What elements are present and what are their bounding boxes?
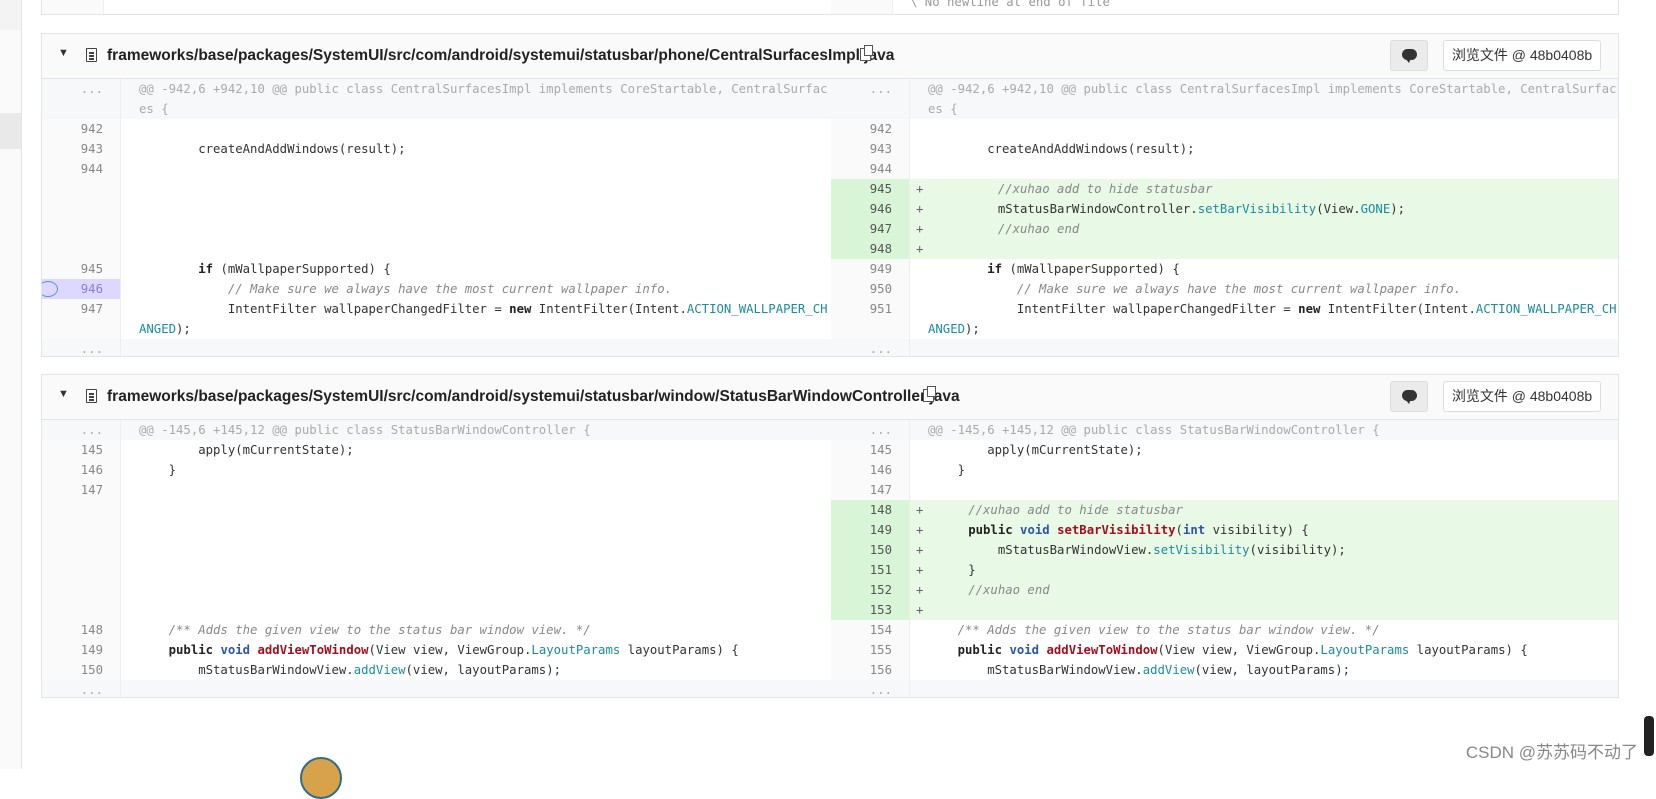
copy-path-icon[interactable] [860, 45, 873, 61]
file-header: ▼ frameworks/base/packages/SystemUI/src/… [42, 34, 1618, 79]
diff-line-added: 945 + //xuhao add to hide statusbar [42, 179, 1618, 199]
sidebar-block [0, 0, 21, 30]
diff-line-added: 152 + //xuhao end [42, 580, 1618, 600]
watermark: CSDN @苏苏码不动了 [1465, 743, 1638, 762]
diff-line: 149 public void addViewToWindow(View vie… [42, 640, 1618, 660]
sidebar-block [0, 113, 21, 149]
diff-line-added: 947 + //xuhao end [42, 219, 1618, 239]
file-header: ▼ frameworks/base/packages/SystemUI/src/… [42, 375, 1618, 420]
expand-up-button[interactable]: ... [831, 420, 910, 440]
expand-up-button[interactable]: ... [42, 79, 121, 119]
comment-icon [1402, 49, 1417, 63]
diff-line: 946 // Make sure we always have the most… [42, 279, 1618, 299]
expand-down-row[interactable]: ... ... [42, 339, 1618, 356]
hunk-header-row[interactable]: ... @@ -942,6 +942,10 @@ public class Cen… [42, 79, 1618, 119]
view-file-button[interactable]: 浏览文件 @ 48b0408b [1443, 40, 1601, 71]
file-diff: ▼ frameworks/base/packages/SystemUI/src/… [41, 33, 1619, 357]
diff-line: 942 942 [42, 119, 1618, 139]
previous-file-diff-tail: \ No newline at end of file [41, 0, 1619, 15]
diff-line-added: 151 + } [42, 560, 1618, 580]
scrollbar-thumb[interactable] [1644, 716, 1654, 756]
gutter [831, 0, 893, 14]
left-sidebar [0, 0, 22, 769]
no-newline-note: \ No newline at end of file [910, 0, 1110, 9]
expand-down-button[interactable]: ... [831, 339, 910, 356]
comment-toggle-button[interactable] [1390, 381, 1428, 412]
add-comment-icon[interactable] [42, 281, 58, 297]
collapse-caret-icon[interactable]: ▼ [58, 47, 69, 59]
hunk-header: @@ -942,6 +942,10 @@ public class Centra… [910, 79, 1618, 119]
diff-line-added: 149 + public void setBarVisibility(int vi… [42, 520, 1618, 540]
diff-line: 147 147 [42, 480, 1618, 500]
expand-down-row[interactable]: ... ... [42, 680, 1618, 697]
file-icon [86, 48, 97, 62]
hunk-header-row[interactable]: ... @@ -145,6 +145,12 @@ public class Sta… [42, 420, 1618, 440]
expand-up-button[interactable]: ... [831, 79, 910, 119]
gutter [42, 0, 104, 14]
diff-line-added: 150 + mStatusBarWindowView.setVisibility(… [42, 540, 1618, 560]
expand-down-button[interactable]: ... [831, 680, 910, 697]
diff-line: 945 if (mWallpaperSupported) { 949 if (m… [42, 259, 1618, 279]
diff-line-added: 948 + [42, 239, 1618, 259]
diff-line: 150 mStatusBarWindowView.addView(view, l… [42, 660, 1618, 680]
expand-down-button[interactable]: ... [42, 339, 121, 356]
file-path[interactable]: frameworks/base/packages/SystemUI/src/co… [107, 388, 960, 406]
file-icon [86, 389, 97, 403]
hunk-header: @@ -942,6 +942,10 @@ public class Centra… [121, 79, 831, 119]
collapse-caret-icon[interactable]: ▼ [58, 388, 69, 400]
diff-line: 146 } 146 } [42, 460, 1618, 480]
comment-icon [1402, 390, 1417, 404]
hunk-header: @@ -145,6 +145,12 @@ public class Status… [121, 420, 831, 440]
diff-line-added: 946 + mStatusBarWindowController.setBarVi… [42, 199, 1618, 219]
view-file-button[interactable]: 浏览文件 @ 48b0408b [1443, 381, 1601, 412]
avatar[interactable] [300, 757, 342, 799]
comment-toggle-button[interactable] [1390, 40, 1428, 71]
file-diff: ▼ frameworks/base/packages/SystemUI/src/… [41, 374, 1619, 698]
diff-line: 148 /** Adds the given view to the statu… [42, 620, 1618, 640]
diff-line: 944 944 [42, 159, 1618, 179]
diff-table: ... @@ -942,6 +942,10 @@ public class Cen… [42, 79, 1618, 356]
file-path[interactable]: frameworks/base/packages/SystemUI/src/co… [107, 47, 894, 65]
diff-table: ... @@ -145,6 +145,12 @@ public class Sta… [42, 420, 1618, 697]
diff-line: 943 createAndAddWindows(result); 943 cre… [42, 139, 1618, 159]
hunk-header: @@ -145,6 +145,12 @@ public class Status… [910, 420, 1618, 440]
diff-line-added: 153 + [42, 600, 1618, 620]
copy-path-icon[interactable] [923, 386, 936, 402]
diff-line-added: 148 + //xuhao add to hide statusbar [42, 500, 1618, 520]
expand-up-button[interactable]: ... [42, 420, 121, 440]
diff-line: 145 apply(mCurrentState); 145 apply(mCur… [42, 440, 1618, 460]
diff-line: 947 IntentFilter wallpaperChangedFilter … [42, 299, 1618, 339]
expand-down-button[interactable]: ... [42, 680, 121, 697]
